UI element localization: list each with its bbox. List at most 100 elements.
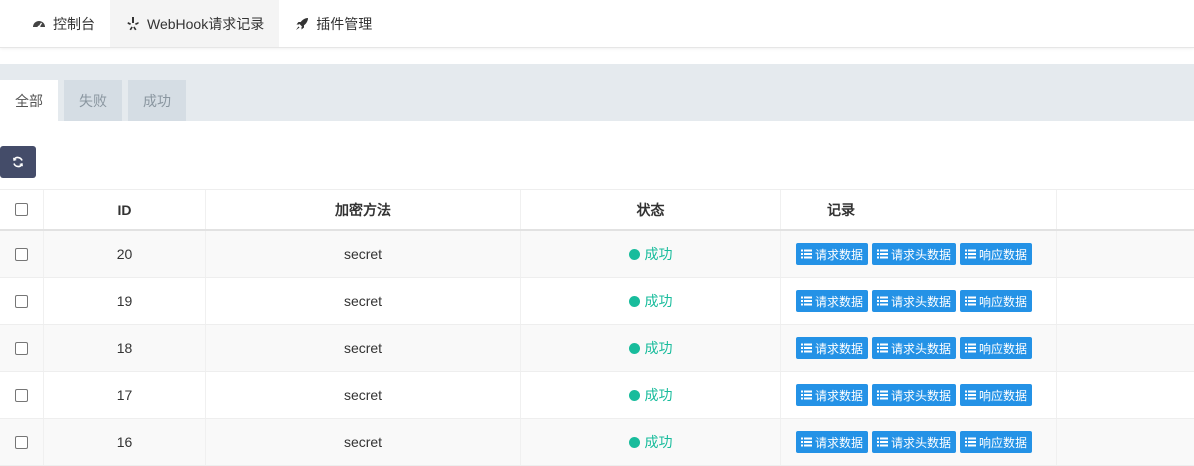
row-select-cell [0,325,44,371]
button-label: 请求数据 [815,247,864,262]
select-all-cell [0,190,44,229]
response-data-button[interactable]: 响应数据 [960,384,1033,406]
row-status-cell: 成功 [521,372,781,418]
button-label: 请求数据 [815,294,864,309]
row-checkbox[interactable] [15,294,28,308]
table-row: 16 secret 成功 请求数据 请求头数据 响应数据 [0,419,1194,466]
top-nav: 控制台 WebHook请求记录 插件管理 [0,0,1194,48]
list-icon [965,437,977,447]
row-record-actions: 请求数据 请求头数据 响应数据 [781,325,1057,371]
response-data-button[interactable]: 响应数据 [960,243,1033,265]
row-id: 17 [44,372,206,418]
button-label: 响应数据 [979,247,1028,262]
table-header-row: ID 加密方法 状态 记录 [0,189,1194,231]
tab-label: 成功 [143,92,171,109]
button-label: 请求数据 [815,388,864,403]
row-id: 20 [44,231,206,277]
row-record-actions: 请求数据 请求头数据 响应数据 [781,419,1057,465]
list-icon [877,343,889,353]
row-empty-cell [1057,419,1194,465]
row-empty-cell [1057,231,1194,277]
request-headers-button[interactable]: 请求头数据 [872,431,957,453]
refresh-icon [12,156,24,168]
button-label: 响应数据 [979,294,1028,309]
row-empty-cell [1057,325,1194,371]
nav-tab-label: WebHook请求记录 [147,15,265,32]
row-method: secret [206,372,521,418]
button-label: 请求头数据 [891,435,952,450]
status-label: 成功 [644,434,673,450]
status-dot-icon [628,389,640,401]
tab-failed[interactable]: 失败 [64,80,122,121]
nav-tab-plugin-management[interactable]: 插件管理 [279,0,387,47]
yelp-icon [125,16,141,32]
row-checkbox[interactable] [15,341,28,355]
row-checkbox[interactable] [15,435,28,449]
table-row: 18 secret 成功 请求数据 请求头数据 响应数据 [0,325,1194,372]
list-icon [801,437,812,447]
tab-label: 全部 [15,92,43,109]
list-icon [801,390,812,400]
button-label: 响应数据 [979,341,1028,356]
button-label: 请求头数据 [891,341,952,356]
response-data-button[interactable]: 响应数据 [960,337,1033,359]
list-icon [877,296,889,306]
nav-tab-label: 控制台 [53,15,95,32]
row-checkbox[interactable] [15,388,28,402]
request-data-button[interactable]: 请求数据 [796,337,869,359]
column-header-empty [1057,190,1194,229]
list-icon [965,343,977,353]
status-label: 成功 [644,387,673,403]
row-status-cell: 成功 [521,419,781,465]
tab-success[interactable]: 成功 [128,80,186,121]
table-body: 20 secret 成功 请求数据 请求头数据 响应数据 19 secret 成功 请求数据 请求头… [0,231,1194,466]
nav-tab-label: 插件管理 [316,15,373,32]
status-label: 成功 [644,293,673,309]
button-label: 请求数据 [815,435,864,450]
response-data-button[interactable]: 响应数据 [960,290,1033,312]
row-select-cell [0,231,44,277]
row-method: secret [206,278,521,324]
nav-tab-dashboard[interactable]: 控制台 [16,0,110,47]
status-label: 成功 [644,340,673,356]
request-data-button[interactable]: 请求数据 [796,290,869,312]
column-header-method: 加密方法 [206,190,521,229]
row-select-cell [0,419,44,465]
select-all-checkbox[interactable] [15,203,28,216]
request-headers-button[interactable]: 请求头数据 [872,290,957,312]
row-select-cell [0,278,44,324]
list-icon [801,249,812,259]
row-id: 18 [44,325,206,371]
button-label: 响应数据 [979,388,1028,403]
list-icon [965,296,977,306]
filter-tabs-bar: 全部 失败 成功 [0,64,1194,121]
row-status-cell: 成功 [521,325,781,371]
row-status-cell: 成功 [521,278,781,324]
webhook-records-table: ID 加密方法 状态 记录 20 secret 成功 请求数据 请求头数据 响应数据 19 s… [0,189,1194,466]
row-id: 19 [44,278,206,324]
column-header-record: 记录 [781,190,1057,229]
refresh-button[interactable] [0,146,36,178]
list-icon [801,343,812,353]
table-row: 19 secret 成功 请求数据 请求头数据 响应数据 [0,278,1194,325]
request-data-button[interactable]: 请求数据 [796,243,869,265]
status-dot-icon [628,342,640,354]
status-label: 成功 [644,246,673,262]
request-headers-button[interactable]: 请求头数据 [872,243,957,265]
column-header-id[interactable]: ID [44,190,206,229]
request-data-button[interactable]: 请求数据 [796,384,869,406]
request-data-button[interactable]: 请求数据 [796,431,869,453]
request-headers-button[interactable]: 请求头数据 [872,384,957,406]
response-data-button[interactable]: 响应数据 [960,431,1033,453]
list-icon [877,249,889,259]
status-badge: 成功 [628,291,673,311]
list-icon [877,437,889,447]
row-checkbox[interactable] [15,247,28,261]
request-headers-button[interactable]: 请求头数据 [872,337,957,359]
table-row: 20 secret 成功 请求数据 请求头数据 响应数据 [0,231,1194,278]
list-icon [801,296,812,306]
list-icon [965,390,977,400]
row-id: 16 [44,419,206,465]
nav-tab-webhook-records[interactable]: WebHook请求记录 [110,0,280,47]
tab-all[interactable]: 全部 [0,80,58,121]
